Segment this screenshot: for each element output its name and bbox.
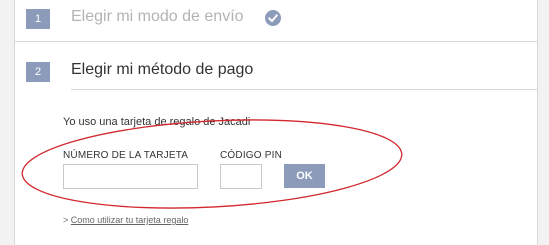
step-title[interactable]: Elegir mi modo de envío [71, 8, 244, 26]
step-number-badge: 2 [26, 62, 50, 82]
step-title: Elegir mi método de pago [71, 61, 254, 78]
divider [15, 41, 537, 42]
step-number-badge: 1 [26, 9, 50, 29]
card-number-input[interactable] [63, 164, 198, 189]
check-circle-icon [265, 10, 281, 26]
help-link-row: > Como utilizar tu tarjeta regalo [63, 215, 188, 225]
chevron-right-icon: > [63, 215, 69, 225]
card-number-label: NÚMERO DE LA TARJETA [63, 150, 189, 161]
help-link[interactable]: Como utilizar tu tarjeta regalo [71, 215, 189, 225]
divider [71, 89, 537, 90]
ok-button[interactable]: OK [284, 164, 325, 188]
pin-input[interactable] [220, 164, 262, 189]
gift-card-intro: Yo uso una tarjeta de regalo de Jacadi [63, 116, 251, 128]
pin-label: CÓDIGO PIN [220, 150, 283, 161]
checkout-panel: 1 Elegir mi modo de envío 2 Elegir mi mé… [14, 0, 538, 245]
